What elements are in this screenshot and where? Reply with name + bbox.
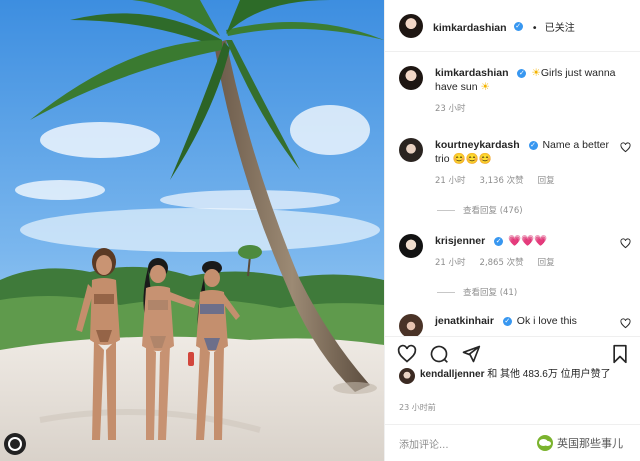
share-icon[interactable] bbox=[461, 344, 481, 364]
watermark: 英国那些事儿 bbox=[533, 433, 627, 453]
beach-photo-image bbox=[0, 0, 384, 461]
view-replies-button[interactable]: 查看回复 (476) bbox=[437, 204, 523, 216]
caption-time: 23 小时 bbox=[435, 104, 466, 114]
comment-time: 21 小时 bbox=[435, 258, 466, 268]
commenter-avatar[interactable] bbox=[399, 138, 423, 162]
caption-author-username[interactable]: kimkardashian bbox=[435, 67, 509, 79]
caption-author-avatar[interactable] bbox=[399, 66, 423, 90]
commenter-avatar[interactable] bbox=[399, 314, 423, 336]
commenter-avatar[interactable] bbox=[399, 234, 423, 258]
replies-line bbox=[437, 291, 455, 293]
watermark-text: 英国那些事儿 bbox=[557, 437, 623, 450]
liker-username[interactable]: kendalljenner bbox=[420, 369, 484, 380]
post-timestamp: 23 小时前 bbox=[399, 403, 436, 412]
wechat-icon bbox=[537, 435, 553, 451]
sun-emoji-icon: ☀ bbox=[531, 67, 541, 79]
reply-button[interactable]: 回复 bbox=[538, 256, 555, 270]
verified-badge-icon: ✓ bbox=[513, 22, 523, 31]
sun-emoji-icon: ☀ bbox=[480, 81, 490, 93]
comment-heart-icon[interactable] bbox=[620, 238, 631, 249]
comment-like-count[interactable]: 2,865 次赞 bbox=[480, 256, 524, 270]
comment-heart-icon[interactable] bbox=[620, 142, 631, 153]
commenter-username[interactable]: krisjenner bbox=[435, 235, 485, 247]
view-replies-label: 查看回复 (41) bbox=[463, 288, 518, 298]
add-comment-bar[interactable]: 添加评论... 英国那些事儿 bbox=[385, 424, 640, 461]
comment-text: Ok i love this bbox=[516, 315, 577, 327]
commenter-username[interactable]: kourtneykardash bbox=[435, 139, 520, 151]
author-username[interactable]: kimkardashian bbox=[433, 22, 507, 34]
view-replies-label: 查看回复 (476) bbox=[463, 206, 523, 216]
view-replies-button[interactable]: 查看回复 (41) bbox=[437, 286, 517, 298]
commenter-username[interactable]: jenatkinhair bbox=[435, 315, 494, 327]
comment-icon[interactable] bbox=[429, 344, 449, 364]
verified-badge-icon: ✓ bbox=[517, 68, 527, 78]
likes-summary: kendalljenner 和 其他 483.6万 位用户赞了 bbox=[399, 368, 631, 384]
author-avatar[interactable] bbox=[399, 13, 423, 38]
post-caption: kimkardashian ✓ ☀Girls just wanna have s… bbox=[399, 66, 631, 116]
post-actions-bar bbox=[385, 336, 640, 370]
verified-badge-icon: ✓ bbox=[502, 316, 512, 326]
bookmark-icon[interactable] bbox=[611, 344, 629, 364]
photo-tag-icon[interactable] bbox=[4, 433, 26, 455]
comment-item: krisjenner ✓ 💗💗💗 21 小时 2,865 次赞 回复 bbox=[399, 234, 631, 270]
comment-heart-icon[interactable] bbox=[620, 318, 631, 329]
add-comment-input[interactable]: 添加评论... bbox=[399, 436, 449, 451]
post-sidebar: kimkardashian ✓ • 已关注 kimkardashian ✓ ☀G… bbox=[384, 0, 640, 461]
follow-status-button[interactable]: 已关注 bbox=[545, 23, 575, 34]
replies-line bbox=[437, 209, 455, 211]
comment-text: 💗💗💗 bbox=[508, 235, 548, 247]
comment-item: kourtneykardash ✓ Name a better trio 😊😊😊… bbox=[399, 138, 631, 188]
separator-dot: • bbox=[531, 23, 538, 34]
post-header: kimkardashian ✓ • 已关注 bbox=[385, 0, 640, 52]
heart-icon[interactable] bbox=[397, 344, 417, 364]
likes-summary-text[interactable]: 和 其他 483.6万 位用户赞了 bbox=[487, 369, 610, 380]
post-photo[interactable] bbox=[0, 0, 384, 461]
reply-button[interactable]: 回复 bbox=[538, 174, 555, 188]
comment-like-count[interactable]: 3,136 次赞 bbox=[480, 174, 524, 188]
verified-badge-icon: ✓ bbox=[494, 236, 504, 246]
liker-avatar[interactable] bbox=[399, 368, 415, 384]
verified-badge-icon: ✓ bbox=[528, 140, 538, 150]
comment-item: jenatkinhair ✓ Ok i love this bbox=[399, 314, 631, 336]
comment-time: 21 小时 bbox=[435, 176, 466, 186]
